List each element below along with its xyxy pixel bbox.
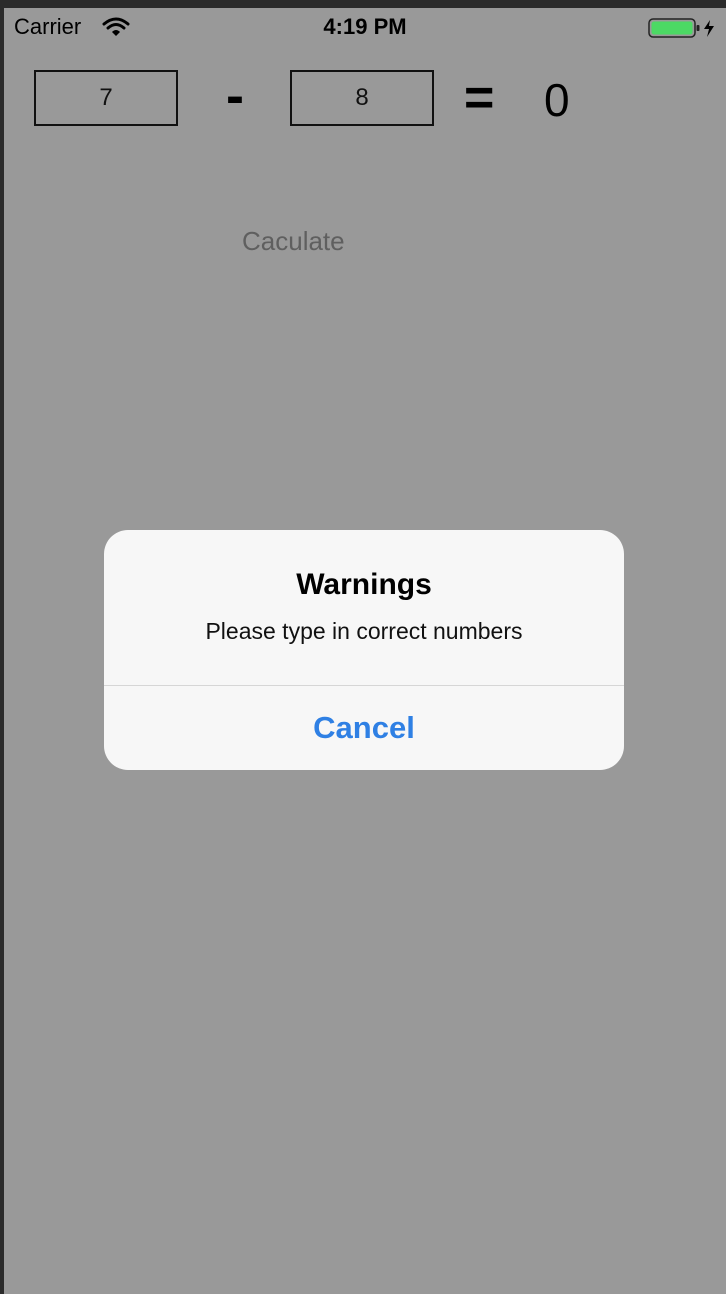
calculate-button[interactable]: Caculate [242,226,345,257]
second-number-field[interactable]: 8 [290,70,434,126]
alert-message: Please type in correct numbers [205,618,523,644]
app-screen: Carrier 4:19 PM 7 - 8 = 0 Caculate Warni… [4,8,726,1294]
cancel-button[interactable]: Cancel [104,686,624,770]
simulator-window: Carrier 4:19 PM 7 - 8 = 0 Caculate Warni… [0,0,726,1294]
warning-alert-dialog: Warnings Please type in correct numbers … [104,530,624,770]
equals-sign: = [464,69,495,127]
battery-charging-icon [648,18,714,38]
alert-title: Warnings [296,568,432,601]
minus-operator: - [226,66,244,126]
first-number-field[interactable]: 7 [34,70,178,126]
status-bar: Carrier 4:19 PM [4,8,726,48]
status-time: 4:19 PM [323,14,407,39]
result-label: 0 [544,74,570,126]
